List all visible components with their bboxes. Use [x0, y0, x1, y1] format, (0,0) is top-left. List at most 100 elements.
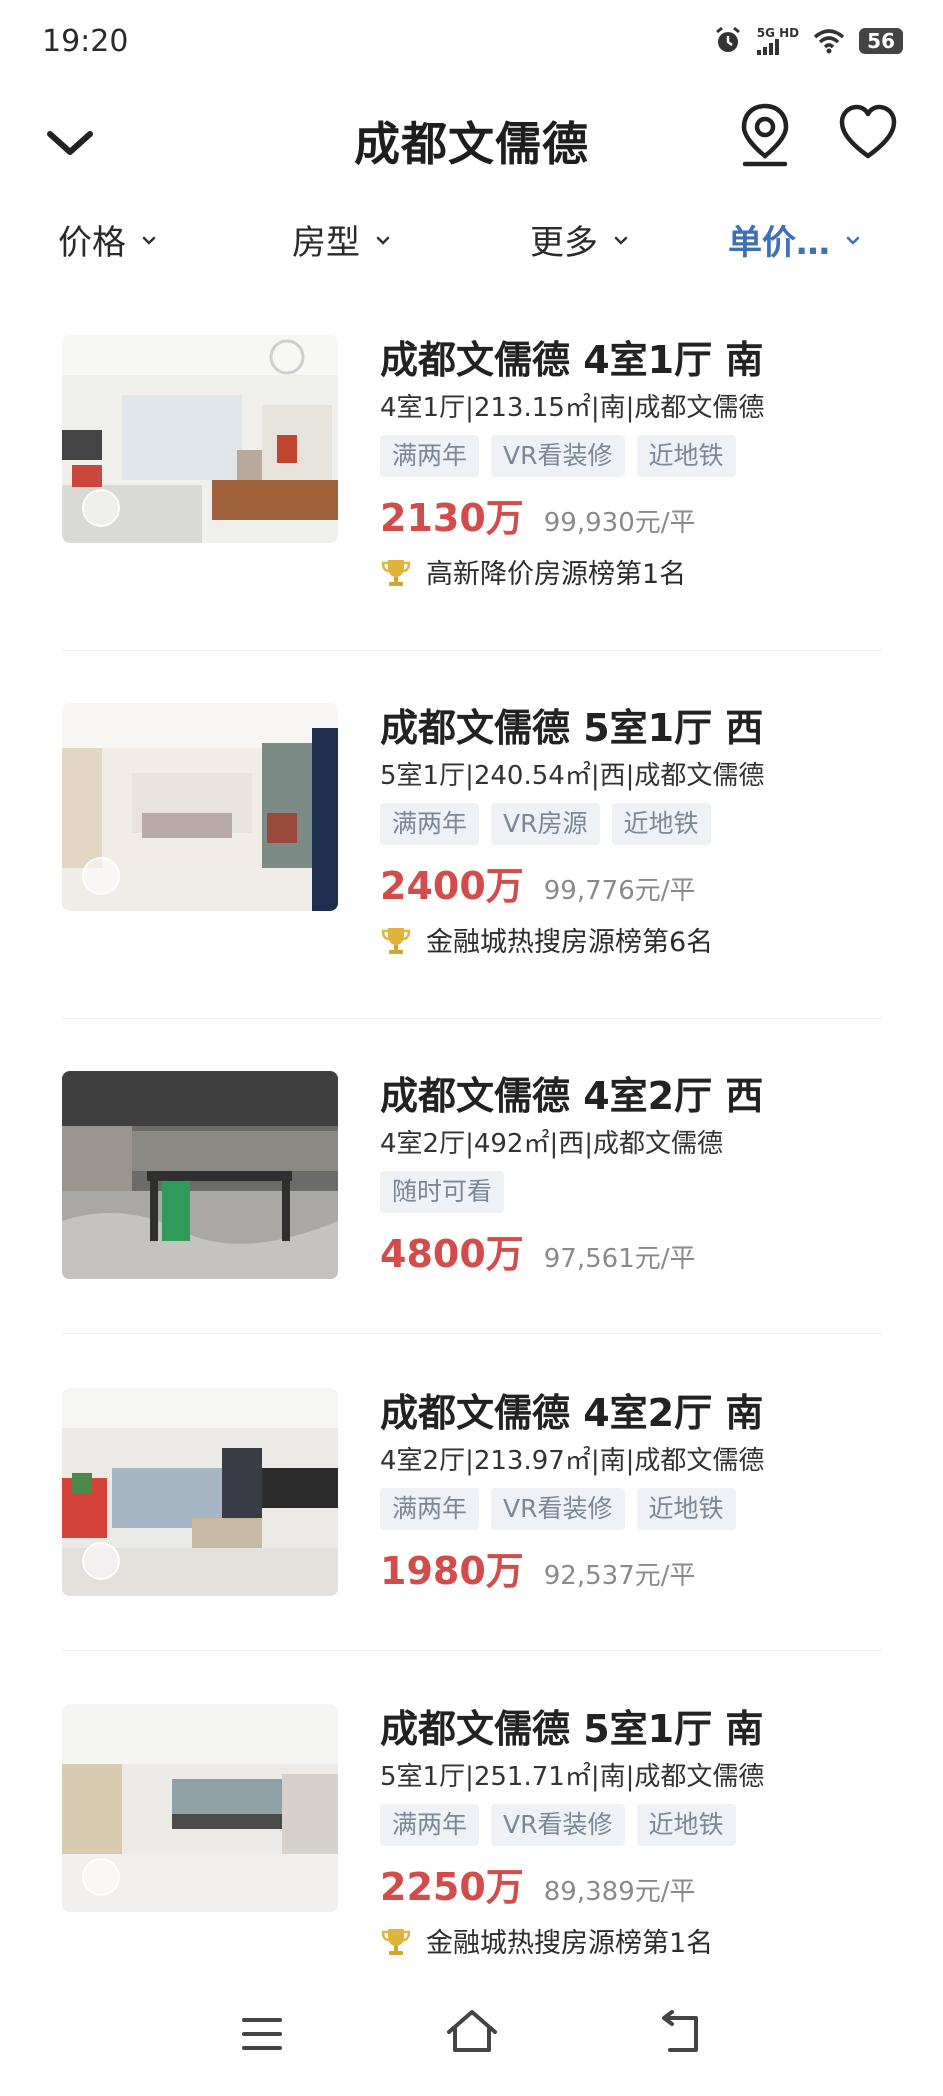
listing-tags: 满两年 VR房源 近地铁 [380, 803, 890, 845]
network-indicator: 5G HD [756, 26, 800, 55]
filter-unit-price[interactable]: 单价… [728, 215, 862, 264]
listing-tag: 近地铁 [611, 803, 711, 845]
listing-info: 成都文儒德 4室2厅 西 4室2厅|492㎡|西|成都文儒德 随时可看 4800… [380, 1071, 890, 1278]
listing-tags: 满两年 VR看装修 近地铁 [380, 1804, 890, 1846]
status-bar: 19:20 5G HD 56 [0, 0, 943, 90]
listing-title: 成都文儒德 4室2厅 西 [380, 1074, 764, 1118]
chevron-down-icon [142, 236, 156, 245]
listing-title: 成都文儒德 5室1厅 西 [380, 706, 764, 750]
listing-tag: VR看装修 [491, 1488, 625, 1530]
listing-price: 2130万 [380, 496, 524, 540]
status-icons: 5G HD 56 [713, 26, 903, 56]
listing-tags: 满两年 VR看装修 近地铁 [380, 435, 890, 477]
listing-rank: 金融城热搜房源榜第1名 [380, 1921, 890, 1960]
listing-tags: 满两年 VR看装修 近地铁 [380, 1488, 890, 1530]
panorama-icon [82, 1858, 120, 1896]
listing-rank: 高新降价房源榜第1名 [380, 552, 890, 591]
filter-unit-price-label: 单价… [728, 223, 830, 263]
listing-tag: 近地铁 [636, 435, 736, 477]
listing-rank-label: 高新降价房源榜第1名 [426, 559, 687, 590]
listing-price: 2400万 [380, 864, 524, 908]
wifi-icon [814, 29, 845, 54]
panorama-icon [82, 857, 120, 895]
listing-title: 成都文儒德 5室1厅 南 [380, 1707, 764, 1751]
listing-info: 成都文儒德 5室1厅 南 5室1厅|251.71㎡|南|成都文儒德 满两年 VR… [380, 1704, 890, 1960]
listing-unit-price: 99,930元/平 [543, 508, 696, 538]
chevron-down-icon [376, 236, 390, 245]
listing-price-row: 1980万 92,537元/平 [380, 1540, 890, 1595]
panorama-icon [82, 1542, 120, 1580]
trophy-icon [381, 927, 411, 954]
listing-rank-label: 金融城热搜房源榜第1名 [426, 1928, 714, 1959]
listing-unit-price: 97,561元/平 [543, 1244, 696, 1274]
listing-price: 4800万 [380, 1232, 524, 1276]
trophy-icon [381, 559, 411, 586]
listing-info: 成都文儒德 5室1厅 西 5室1厅|240.54㎡|西|成都文儒德 满两年 VR… [380, 703, 890, 959]
listing-price: 2250万 [380, 1865, 524, 1909]
divider [62, 1650, 882, 1651]
system-nav-bar [0, 1990, 943, 2096]
listing-title: 成都文儒德 4室2厅 南 [380, 1391, 764, 1435]
signal-icon [756, 39, 779, 55]
listing-tag: 满两年 [380, 803, 480, 845]
favorite-heart-icon[interactable] [836, 102, 900, 166]
status-time: 19:20 [42, 24, 129, 59]
listing-info: 成都文儒德 4室2厅 南 4室2厅|213.97㎡|南|成都文儒德 满两年 VR… [380, 1388, 890, 1595]
listing-price-row: 2250万 89,389元/平 [380, 1856, 890, 1911]
listing-price-row: 2130万 99,930元/平 [380, 487, 890, 542]
listing-photo [62, 1071, 338, 1279]
listing-unit-price: 99,776元/平 [543, 876, 696, 906]
header: 成都文儒德 [0, 90, 943, 190]
listing-desc: 5室1厅|251.71㎡|南|成都文儒德 [380, 1762, 765, 1792]
listing-tag: 满两年 [380, 1488, 480, 1530]
listing-price-row: 2400万 99,776元/平 [380, 855, 890, 910]
network-type: 5G [756, 26, 775, 40]
divider [62, 1333, 882, 1334]
chevron-down-icon [614, 236, 628, 245]
listing-unit-price: 89,389元/平 [543, 1877, 696, 1907]
trophy-icon [381, 1928, 411, 1955]
panorama-icon [82, 489, 120, 527]
listing-desc: 4室1厅|213.15㎡|南|成都文儒德 [380, 393, 765, 423]
listing-tag: VR看装修 [491, 1804, 625, 1846]
map-location-icon[interactable] [735, 100, 795, 170]
filter-layout[interactable]: 房型 [292, 215, 392, 264]
listing-tag: 满两年 [380, 435, 480, 477]
home-icon[interactable] [445, 2008, 499, 2056]
listing-price-row: 4800万 97,561元/平 [380, 1223, 890, 1278]
filter-more[interactable]: 更多 [530, 215, 630, 264]
listing-rank-label: 金融城热搜房源榜第6名 [426, 927, 714, 958]
listing-tag: VR房源 [491, 803, 600, 845]
alarm-icon [715, 26, 740, 52]
chevron-down-icon [846, 236, 860, 245]
listing-photo [62, 703, 338, 911]
listing-tag: 近地铁 [636, 1804, 736, 1846]
listing-desc: 4室2厅|492㎡|西|成都文儒德 [380, 1129, 723, 1159]
network-hd: HD [779, 26, 800, 40]
filter-price-label: 价格 [58, 223, 126, 263]
filter-price[interactable]: 价格 [58, 215, 158, 264]
listing-photo [62, 335, 338, 543]
listing-tag: 近地铁 [636, 1488, 736, 1530]
listing-title: 成都文儒德 4室1厅 南 [380, 338, 764, 382]
back-icon[interactable] [656, 2010, 704, 2056]
page-title: 成都文儒德 [354, 117, 589, 171]
listing-price: 1980万 [380, 1549, 524, 1593]
filter-layout-label: 房型 [292, 223, 360, 263]
menu-icon[interactable] [240, 2014, 284, 2054]
listing-tags: 随时可看 [380, 1171, 890, 1213]
filter-more-label: 更多 [530, 223, 598, 263]
listing-unit-price: 92,537元/平 [543, 1561, 696, 1591]
listing-info: 成都文儒德 4室1厅 南 4室1厅|213.15㎡|南|成都文儒德 满两年 VR… [380, 335, 890, 591]
filter-bar: 价格 房型 更多 单价… [0, 205, 943, 275]
battery-indicator: 56 [859, 28, 903, 54]
listing-rank: 金融城热搜房源榜第6名 [380, 920, 890, 959]
listing-tag: VR看装修 [491, 435, 625, 477]
listing-desc: 5室1厅|240.54㎡|西|成都文儒德 [380, 761, 765, 791]
listing-photo [62, 1704, 338, 1912]
divider [62, 1018, 882, 1019]
listing-photo [62, 1388, 338, 1596]
divider [62, 650, 882, 651]
listing-tag: 随时可看 [380, 1171, 505, 1213]
listing-tag: 满两年 [380, 1804, 480, 1846]
